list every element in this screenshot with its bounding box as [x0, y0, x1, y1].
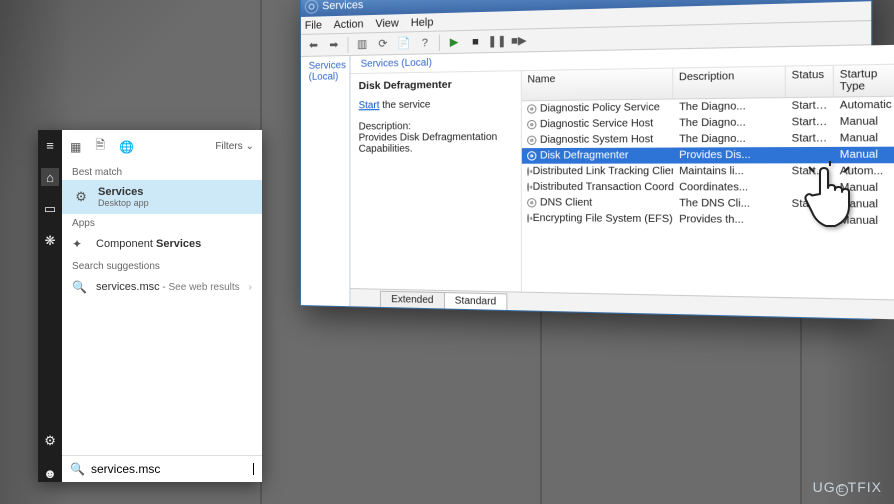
table-row[interactable]: Distributed Transaction Coordin...Coordi…	[522, 179, 894, 196]
ring-e-icon: E	[836, 484, 848, 496]
service-gear-icon	[527, 167, 529, 176]
scope-app-icon[interactable]: ▦	[70, 140, 81, 154]
service-gear-icon	[527, 120, 536, 129]
selected-service-name: Disk Defragmenter	[359, 78, 513, 93]
detail-column: Disk Defragmenter Start the service Desc…	[351, 71, 522, 291]
description-text: Provides Disk Defragmentation Capabiliti…	[359, 132, 513, 155]
back-button[interactable]: ⬅	[305, 36, 322, 54]
component-services-icon: ✦	[72, 237, 88, 251]
left-pane: Services (Local)	[301, 56, 351, 306]
service-gear-icon	[527, 214, 529, 223]
table-row[interactable]: Distributed Link Tracking ClientMaintain…	[522, 163, 894, 180]
service-gear-icon	[527, 151, 536, 160]
search-scope-bar: ▦ 🗎 🌐 Filters ⌄	[62, 130, 262, 163]
right-pane: Services (Local) Disk Defragmenter Start…	[351, 45, 894, 320]
gear-icon[interactable]: ⚙	[41, 432, 59, 450]
suggestion-item[interactable]: 🔍 services.msc - See web results ›	[62, 274, 262, 300]
filters-label: Filters	[215, 141, 242, 152]
window-title: Services	[322, 0, 363, 12]
start-service-line: Start the service	[359, 98, 513, 111]
export-button[interactable]: 📄	[395, 34, 413, 53]
col-startup-type[interactable]: Startup Type	[834, 65, 894, 97]
best-match-subtitle: Desktop app	[98, 198, 149, 208]
text-caret	[253, 463, 254, 475]
services-gear-icon: ⚙	[72, 188, 90, 206]
search-input-row: 🔍	[62, 455, 262, 482]
service-gear-icon	[527, 182, 529, 191]
right-pane-label: Services (Local)	[361, 57, 432, 70]
services-window: Services ━ ▢ ✕ File Action View Help ⬅ ➡…	[300, 0, 872, 320]
show-hide-button[interactable]: ▥	[353, 35, 371, 54]
menu-action[interactable]: Action	[334, 18, 364, 31]
suggestion-text: services.msc - See web results	[96, 281, 240, 293]
table-row[interactable]: Encrypting File System (EFS)Provides th.…	[522, 211, 894, 230]
help-button[interactable]: ?	[416, 33, 434, 52]
best-match-label: Best match	[62, 163, 262, 180]
refresh-button[interactable]: ⟳	[374, 34, 392, 53]
service-gear-icon	[527, 104, 536, 113]
menu-file[interactable]: File	[305, 19, 322, 31]
pause-button[interactable]: ❚❚	[488, 32, 507, 51]
restart-button[interactable]: ■▶	[509, 31, 528, 50]
search-sidebar: ≡ ⌂ ▭ ❋ ⚙ ☻	[38, 130, 62, 482]
suggestions-label: Search suggestions	[62, 257, 262, 274]
settings-category-icon[interactable]: ❋	[41, 232, 59, 250]
search-input[interactable]	[91, 462, 246, 476]
watermark: UGETFIX	[813, 479, 882, 496]
col-status[interactable]: Status	[786, 66, 834, 97]
apps-icon[interactable]: ▭	[41, 200, 59, 218]
table-row[interactable]: Diagnostic System HostThe Diagno...Start…	[522, 130, 894, 148]
chevron-down-icon: ⌄	[246, 141, 254, 152]
scope-web-icon[interactable]: 🌐	[119, 140, 134, 154]
forward-button[interactable]: ➡	[325, 35, 343, 54]
search-icon: 🔍	[70, 462, 85, 476]
hamburger-icon[interactable]: ≡	[41, 136, 59, 154]
search-icon: 🔍	[72, 280, 88, 294]
col-description[interactable]: Description	[673, 67, 786, 99]
col-name[interactable]: Name	[522, 69, 673, 101]
tab-standard[interactable]: Standard	[444, 292, 508, 310]
apps-item-component-services[interactable]: ✦ Component Services	[62, 231, 262, 257]
chevron-right-icon: ›	[249, 282, 252, 293]
list-header[interactable]: Name Description Status Startup Type	[522, 65, 894, 102]
search-body: ▦ 🗎 🌐 Filters ⌄ Best match ⚙ Services De…	[62, 130, 262, 482]
right-content: Disk Defragmenter Start the service Desc…	[351, 65, 894, 300]
list-rows: Diagnostic Policy ServiceThe Diagno...St…	[522, 97, 894, 230]
service-list: Name Description Status Startup Type Dia…	[522, 65, 894, 300]
stop-button[interactable]: ■	[466, 32, 484, 51]
services-app-icon	[305, 0, 319, 14]
tab-extended[interactable]: Extended	[380, 291, 444, 309]
apps-label: Apps	[62, 214, 262, 231]
start-service-link[interactable]: Start	[359, 100, 380, 111]
start-search-panel: ≡ ⌂ ▭ ❋ ⚙ ☻ ▦ 🗎 🌐 Filters ⌄ Best match ⚙…	[38, 130, 262, 482]
filters-dropdown[interactable]: Filters ⌄	[215, 141, 254, 152]
services-window-wrap: Services ━ ▢ ✕ File Action View Help ⬅ ➡…	[300, 0, 860, 346]
start-button[interactable]: ▶	[445, 33, 463, 52]
menu-view[interactable]: View	[375, 17, 398, 30]
menu-help[interactable]: Help	[411, 16, 434, 29]
service-gear-icon	[527, 136, 536, 145]
scope-doc-icon[interactable]: 🗎	[95, 136, 105, 157]
home-icon[interactable]: ⌂	[41, 168, 59, 186]
service-gear-icon	[527, 198, 536, 207]
apps-item-text: Component Services	[96, 238, 201, 250]
table-row[interactable]: Disk DefragmenterProvides Dis...Manual	[522, 147, 894, 164]
best-match-item[interactable]: ⚙ Services Desktop app	[62, 180, 262, 214]
window-body: Services (Local) Services (Local) Disk D…	[301, 45, 871, 318]
left-pane-label: Services (Local)	[309, 60, 346, 83]
feedback-icon[interactable]: ☻	[41, 464, 59, 482]
left-tree-item[interactable]: Services (Local)	[305, 60, 346, 83]
best-match-title: Services	[98, 186, 149, 198]
